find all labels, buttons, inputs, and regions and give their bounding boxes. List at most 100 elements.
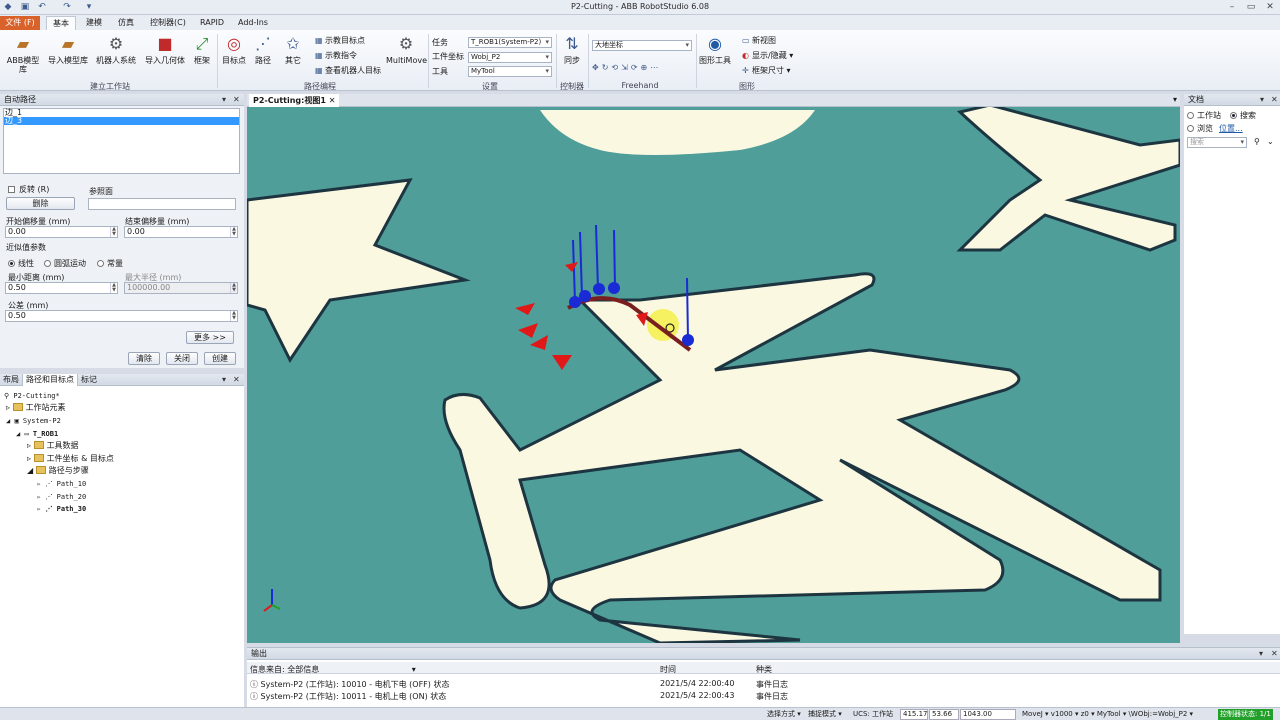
freehand-multi-icon[interactable]: ⊕	[641, 63, 651, 72]
tree-paths-procedures[interactable]: ◢ 路径与步骤	[27, 465, 89, 477]
panel-menu-icon[interactable]: ▾	[1173, 95, 1177, 104]
select-mode-dropdown[interactable]: 选择方式 ▾	[767, 708, 801, 720]
panel-menu-icon[interactable]: ▾	[222, 94, 226, 106]
collapse-icon[interactable]: ◢	[27, 466, 33, 475]
other-button[interactable]: ✩ 其它	[280, 34, 306, 65]
collapse-icon[interactable]: ◢	[6, 417, 10, 425]
tree-path[interactable]: ▹ ⋰ Path_30	[37, 503, 86, 515]
tree-task[interactable]: ◢ ▭ T_ROB1	[16, 428, 58, 440]
circular-radio[interactable]: 圆弧运动	[44, 258, 86, 269]
spin-icon[interactable]: ▲ ▼	[230, 311, 237, 321]
frame-size-button[interactable]: ✛ 框架尺寸 ▾	[742, 66, 791, 76]
spin-icon[interactable]: ▲ ▼	[230, 227, 237, 237]
tree-station[interactable]: ⚲ P2-Cutting*	[4, 390, 60, 402]
task-dropdown[interactable]: T_ROB1(System-P2)	[468, 37, 552, 48]
abb-library-button[interactable]: ▰ ABB模型库	[4, 34, 42, 74]
panel-menu-icon[interactable]: ▾	[222, 374, 226, 386]
panel-menu-icon[interactable]: ▾	[1260, 94, 1264, 106]
target-button[interactable]: ◎ 目标点	[220, 34, 248, 65]
tab-addins[interactable]: Add-Ins	[232, 16, 274, 30]
spin-icon[interactable]: ▲ ▼	[110, 283, 117, 293]
close-button[interactable]: 关闭	[166, 352, 198, 365]
close-icon[interactable]: ✕	[1271, 648, 1278, 660]
import-geometry-button[interactable]: ■ 导入几何体	[142, 34, 188, 65]
edge-list[interactable]: 边_1 边_3	[3, 108, 240, 174]
search-icon[interactable]: ⚲	[1254, 137, 1260, 146]
station-radio[interactable]: 工作站	[1187, 110, 1221, 121]
controller-status-badge[interactable]: 控制器状态: 1/1	[1218, 709, 1273, 720]
start-offset-input[interactable]: 0.00 ▲ ▼	[5, 226, 118, 238]
tab-viewport[interactable]: P2-Cutting:视图1 ✕	[249, 94, 340, 107]
expand-icon[interactable]: ▹	[6, 403, 10, 412]
column-time[interactable]: 时间	[660, 664, 676, 675]
reference-frame-dropdown[interactable]: 大地坐标	[592, 40, 692, 51]
tab-tags[interactable]: 标记	[78, 374, 100, 386]
list-item[interactable]: 边_1	[4, 109, 239, 117]
delete-button[interactable]: 删除	[6, 197, 75, 210]
location-link[interactable]: 位置...	[1219, 123, 1243, 134]
expand-icon[interactable]: ▹	[27, 441, 31, 450]
tab-simulation[interactable]: 仿真	[112, 16, 140, 30]
tab-controller[interactable]: 控制器(C)	[144, 16, 192, 30]
graphics-tools-button[interactable]: ◉ 图形工具	[698, 34, 732, 65]
output-row[interactable]: ⓘ System-P2 (工作站): 10011 - 电机上电 (ON) 状态	[250, 691, 446, 702]
wobj-dropdown[interactable]: Wobj_P2	[468, 52, 552, 63]
snap-mode-dropdown[interactable]: 捕捉模式 ▾	[808, 708, 842, 720]
tree-station-elements[interactable]: ▹ 工作站元素	[6, 402, 66, 414]
minimize-button[interactable]: –	[1225, 2, 1239, 12]
docs-search-input[interactable]: 搜索	[1187, 137, 1247, 148]
chevron-down-icon[interactable]: ⌄	[1267, 137, 1274, 146]
freehand-jog-linear-icon[interactable]: ⇲	[621, 63, 631, 72]
tree-wobj-targets[interactable]: ▹ 工件坐标 & 目标点	[27, 453, 114, 465]
sync-button[interactable]: ⇅ 同步	[559, 34, 585, 65]
expand-icon[interactable]: ▹	[27, 454, 31, 463]
freehand-more-icon[interactable]: ⋯	[650, 63, 661, 72]
output-filter-dropdown[interactable]: 信息来自: 全部信息 ▾	[250, 664, 416, 675]
freehand-tools[interactable]: ✥↻⟲⇲⟳⊕⋯	[592, 63, 661, 73]
new-view-button[interactable]: ▭ 新视图	[742, 36, 776, 46]
expand-icon[interactable]: ▹	[37, 493, 41, 501]
spin-icon[interactable]: ▲ ▼	[110, 227, 117, 237]
maximize-button[interactable]: ▭	[1244, 2, 1258, 12]
multimove-button[interactable]: ⚙ MultiMove	[386, 34, 427, 65]
tool-dropdown[interactable]: MyTool	[468, 66, 552, 77]
tab-modeling[interactable]: 建模	[80, 16, 108, 30]
teach-instruction-button[interactable]: ▦ 示教指令	[315, 51, 357, 61]
close-icon[interactable]: ✕	[1271, 94, 1278, 106]
tree-path[interactable]: ▹ ⋰ Path_20	[37, 491, 86, 503]
close-icon[interactable]: ✕	[233, 94, 240, 106]
tab-rapid[interactable]: RAPID	[194, 16, 230, 30]
column-type[interactable]: 种类	[756, 664, 772, 675]
min-distance-input[interactable]: 0.50 ▲ ▼	[5, 282, 118, 294]
expand-icon[interactable]: ▹	[37, 480, 41, 488]
tree-system[interactable]: ◢ ▣ System-P2	[6, 415, 61, 427]
reverse-checkbox[interactable]: 反转 (R)	[8, 184, 49, 195]
close-window-button[interactable]: ✕	[1263, 2, 1277, 12]
teach-target-button[interactable]: ▦ 示教目标点	[315, 36, 365, 46]
robot-system-button[interactable]: ⚙ 机器人系统	[94, 34, 138, 65]
frame-button[interactable]: ⤢ 框架	[190, 34, 214, 65]
search-radio[interactable]: 搜索	[1230, 110, 1256, 121]
collapse-icon[interactable]: ◢	[16, 430, 20, 438]
close-icon[interactable]: ✕	[233, 374, 240, 386]
more-button[interactable]: 更多 >>	[186, 331, 234, 344]
list-item-selected[interactable]: 边_3	[4, 117, 239, 125]
tree-tool-data[interactable]: ▹ 工具数据	[27, 440, 79, 452]
browse-radio[interactable]: 浏览	[1187, 123, 1213, 134]
close-icon[interactable]: ✕	[329, 96, 336, 105]
motion-settings[interactable]: MoveJ ▾ v1000 ▾ z0 ▾ MyTool ▾ \WObj:=Wob…	[1022, 708, 1193, 720]
tab-file[interactable]: 文件 (F)	[0, 16, 40, 30]
linear-radio[interactable]: 线性	[8, 258, 34, 269]
ref-surface-field[interactable]	[88, 198, 236, 210]
end-offset-input[interactable]: 0.00 ▲ ▼	[124, 226, 238, 238]
freehand-jog-reorient-icon[interactable]: ⟳	[631, 63, 641, 72]
freehand-move-icon[interactable]: ✥	[592, 63, 602, 72]
tolerance-input[interactable]: 0.50 ▲ ▼	[5, 310, 238, 322]
freehand-jog-joint-icon[interactable]: ⟲	[611, 63, 621, 72]
create-button[interactable]: 创建	[204, 352, 236, 365]
path-button[interactable]: ⋰ 路径	[250, 34, 276, 65]
expand-icon[interactable]: ▹	[37, 505, 41, 513]
import-library-button[interactable]: ▰ 导入模型库	[46, 34, 90, 65]
freehand-rotate-icon[interactable]: ↻	[602, 63, 612, 72]
constant-radio[interactable]: 常量	[97, 258, 123, 269]
